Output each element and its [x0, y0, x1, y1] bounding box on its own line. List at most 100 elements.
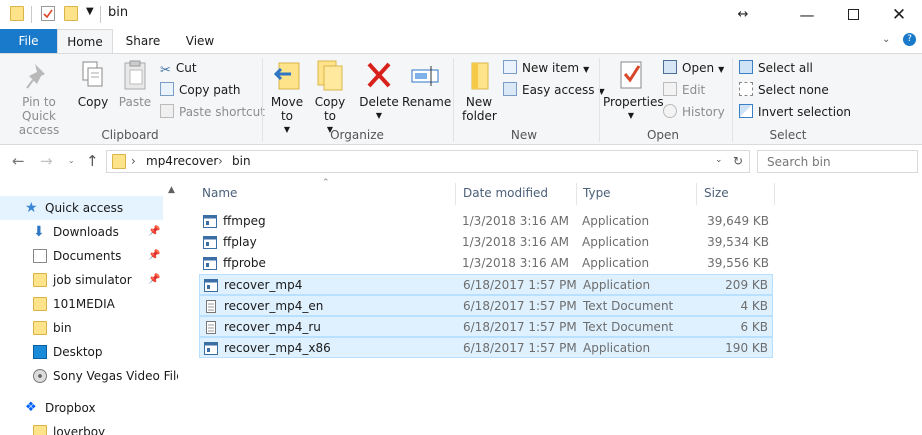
text-document-icon — [204, 320, 218, 334]
file-row-selected[interactable]: recover_mp4_x86 6/18/2017 1:57 PM Applic… — [199, 337, 773, 358]
open-button[interactable]: Open ▼ — [663, 58, 724, 78]
tab-share[interactable]: Share — [120, 29, 166, 53]
back-arrow-icon[interactable]: ← — [12, 152, 25, 170]
copy-to-button[interactable]: Copy to ▼ — [311, 58, 349, 137]
select-none-button[interactable]: Select none — [739, 80, 829, 100]
search-input[interactable]: Search bin — [767, 155, 831, 169]
maximize-button[interactable] — [830, 0, 876, 29]
file-row[interactable]: ffplay 1/3/2018 3:16 AM Application 39,5… — [199, 232, 773, 253]
nav-label: Sony Vegas Video File — [53, 369, 184, 383]
recent-locations-icon[interactable]: ⌄ — [68, 156, 75, 165]
pin-to-quick-access-button[interactable]: Pin to Quick access — [4, 58, 74, 137]
sort-ascending-icon: ⌃ — [322, 178, 330, 188]
file-row[interactable]: ffprobe 1/3/2018 3:16 AM Application 39,… — [199, 253, 773, 274]
scroll-up-icon[interactable]: ▲ — [168, 185, 175, 195]
nav-item-desktop[interactable]: Desktop — [0, 340, 163, 364]
forward-arrow-icon[interactable]: → — [40, 152, 53, 170]
nav-item-quick-access[interactable]: ★ Quick access — [0, 196, 163, 220]
column-header-size[interactable]: Size — [704, 186, 729, 200]
copy-path-button[interactable]: Copy path — [160, 80, 241, 100]
file-row-selected[interactable]: recover_mp4_en 6/18/2017 1:57 PM Text Do… — [199, 295, 773, 316]
nav-label: Desktop — [53, 345, 103, 359]
edit-icon — [663, 82, 677, 96]
chevron-down-icon[interactable]: ⌄ — [882, 34, 890, 45]
file-row[interactable]: ffmpeg 1/3/2018 3:16 AM Application 39,6… — [199, 211, 773, 232]
new-folder-quick-icon[interactable] — [64, 6, 78, 21]
move-to-button[interactable]: Move to ▼ — [268, 58, 306, 137]
file-type: Application — [582, 256, 650, 270]
file-size: 6 KB — [740, 320, 768, 334]
rename-icon — [409, 58, 441, 92]
column-divider[interactable] — [576, 183, 577, 205]
new-folder-label: New folder — [462, 95, 497, 123]
file-name: ffprobe — [223, 256, 266, 270]
application-icon — [203, 214, 217, 228]
cut-button[interactable]: ✂ Cut — [160, 58, 197, 78]
minimize-button[interactable]: — — [784, 0, 830, 29]
file-type: Application — [582, 235, 650, 249]
paste-shortcut-button[interactable]: Paste shortcut — [160, 102, 265, 122]
folder-icon — [112, 154, 126, 169]
search-box[interactable]: Search bin — [757, 150, 918, 173]
tab-view[interactable]: View — [178, 29, 222, 53]
tab-home[interactable]: Home — [57, 29, 113, 53]
pin-icon[interactable]: 📌 — [148, 244, 160, 268]
nav-item-downloads[interactable]: ⬇ Downloads 📌 — [0, 220, 163, 244]
close-button[interactable]: ✕ — [876, 0, 922, 29]
nav-item-101media[interactable]: 101MEDIA — [0, 292, 163, 316]
divider — [599, 58, 600, 142]
divider — [453, 58, 454, 142]
divider — [31, 6, 32, 23]
properties-quick-icon[interactable] — [41, 6, 55, 21]
nav-label: Quick access — [45, 201, 124, 215]
address-bar[interactable]: › mp4recover › bin ⌄ ↻ — [106, 150, 750, 173]
address-history-icon[interactable]: ⌄ — [715, 155, 723, 165]
open-icon — [663, 60, 677, 74]
ribbon-tabs: File Home Share View ⌄ ? — [0, 29, 922, 53]
breadcrumb-separator[interactable]: › — [131, 154, 136, 168]
file-row-selected[interactable]: recover_mp4 6/18/2017 1:57 PM Applicatio… — [199, 274, 773, 295]
dropdown-arrow-icon: ▼ — [627, 111, 635, 120]
nav-item-sony-vegas[interactable]: Sony Vegas Video File — [0, 364, 184, 388]
breadcrumb-bin[interactable]: bin — [232, 154, 251, 168]
column-header-date[interactable]: Date modified — [463, 186, 548, 200]
file-row-selected[interactable]: recover_mp4_ru 6/18/2017 1:57 PM Text Do… — [199, 316, 773, 337]
tab-file[interactable]: File — [0, 29, 57, 53]
breadcrumb-mp4recover[interactable]: mp4recover — [146, 154, 218, 168]
nav-item-dropbox[interactable]: ❖ Dropbox — [0, 396, 163, 420]
breadcrumb-separator[interactable]: › — [218, 154, 223, 168]
window-title: bin — [108, 5, 129, 20]
nav-item-loverboy[interactable]: loverboy — [0, 420, 163, 435]
column-divider[interactable] — [455, 183, 456, 205]
select-all-button[interactable]: Select all — [739, 58, 813, 78]
column-header-type[interactable]: Type — [583, 186, 611, 200]
help-icon[interactable]: ? — [903, 33, 916, 46]
column-divider[interactable] — [774, 183, 775, 205]
text-document-icon — [204, 299, 218, 313]
paste-shortcut-label: Paste shortcut — [179, 105, 265, 119]
delete-button[interactable]: Delete ▼ — [359, 58, 399, 123]
refresh-icon[interactable]: ↻ — [733, 154, 743, 168]
pin-icon[interactable]: 📌 — [148, 268, 160, 292]
nav-label: bin — [53, 321, 72, 335]
edit-button[interactable]: Edit — [663, 80, 705, 100]
nav-item-job-simulator[interactable]: job simulator 📌 — [0, 268, 163, 292]
customize-toolbar-icon[interactable]: ▼ — [86, 6, 94, 17]
new-folder-button[interactable]: New folder — [458, 58, 500, 123]
easy-access-button[interactable]: Easy access ▼ — [503, 80, 605, 100]
column-divider[interactable] — [696, 183, 697, 205]
new-item-button[interactable]: New item ▼ — [503, 58, 589, 78]
column-header-name[interactable]: Name — [202, 186, 237, 200]
paste-button[interactable]: Paste — [117, 58, 153, 109]
history-button[interactable]: History — [663, 102, 725, 122]
file-size: 4 KB — [740, 299, 768, 313]
rename-button[interactable]: Rename — [402, 58, 451, 109]
nav-item-documents[interactable]: Documents 📌 — [0, 244, 163, 268]
pin-icon[interactable]: 📌 — [148, 220, 160, 244]
nav-item-bin[interactable]: bin — [0, 316, 163, 340]
up-arrow-icon[interactable]: ↑ — [86, 152, 99, 170]
properties-button[interactable]: Properties ▼ — [603, 58, 664, 123]
copy-path-label: Copy path — [179, 83, 241, 97]
copy-button[interactable]: Copy — [76, 58, 110, 109]
invert-selection-button[interactable]: Invert selection — [739, 102, 851, 122]
